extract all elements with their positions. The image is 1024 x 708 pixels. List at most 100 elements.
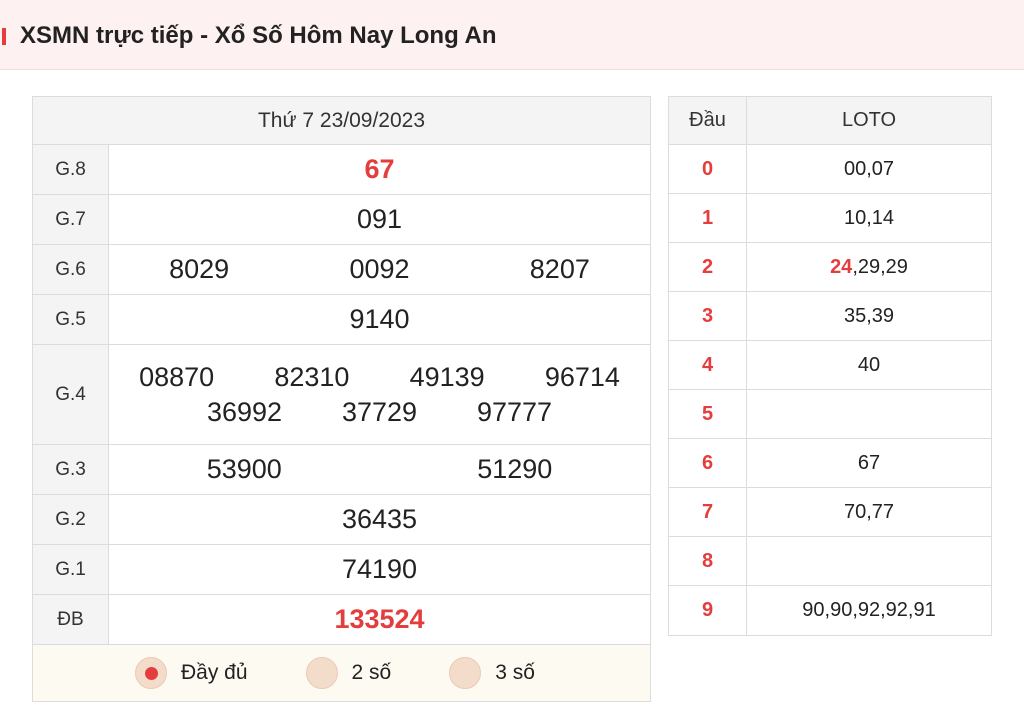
- option-full[interactable]: Đầy đủ: [135, 657, 248, 689]
- result-table: Thứ 7 23/09/2023 G.8 67 G.7 091 G.6 8029…: [32, 96, 651, 702]
- option-label: 2 số: [351, 661, 392, 684]
- option-label: Đầy đủ: [181, 661, 248, 684]
- loto-head-digit: 2: [669, 243, 747, 291]
- prize-label: G.1: [33, 545, 109, 594]
- prize-number-line: 36992 37729 97777: [109, 397, 650, 428]
- special-prize-number: 133524: [334, 604, 425, 634]
- loto-values: 00,07: [747, 145, 991, 193]
- prize-label: G.4: [33, 345, 109, 444]
- loto-value-list: 67: [857, 451, 881, 474]
- loto-values: 24,29,29: [747, 243, 991, 291]
- loto-head-digit: 6: [669, 439, 747, 487]
- prize-numbers: 133524: [109, 595, 650, 644]
- page-title: XSMN trực tiếp - Xổ Số Hôm Nay Long An: [20, 22, 497, 49]
- prize-row-g6: G.6 8029 0092 8207: [33, 245, 650, 295]
- loto-values: 67: [747, 439, 991, 487]
- prize-number: 67: [364, 154, 395, 184]
- prize-row-g4: G.4 08870 82310 49139 96714 36992 37729 …: [33, 345, 650, 445]
- loto-row: 8: [669, 537, 991, 586]
- loto-values: 40: [747, 341, 991, 389]
- page-header: XSMN trực tiếp - Xổ Số Hôm Nay Long An: [0, 0, 1024, 70]
- radio-checked-icon[interactable]: [135, 657, 167, 689]
- loto-header: Đầu LOTO: [669, 97, 991, 145]
- prize-numbers: 08870 82310 49139 96714 36992 37729 9777…: [109, 345, 650, 444]
- loto-value-list: 10,14: [843, 206, 895, 229]
- prize-label: G.2: [33, 495, 109, 544]
- prize-numbers: 9140: [109, 295, 650, 344]
- loto-head-digit: 4: [669, 341, 747, 389]
- prize-label: G.7: [33, 195, 109, 244]
- prize-numbers: 74190: [109, 545, 650, 594]
- loto-row: 9 90,90,92,92,91: [669, 586, 991, 635]
- head-column-header: Đầu: [669, 97, 747, 144]
- loto-row: 4 40: [669, 341, 991, 390]
- prize-number: 96714: [544, 361, 620, 392]
- loto-value-list: 40: [857, 353, 881, 376]
- prize-row-g8: G.8 67: [33, 145, 650, 195]
- prize-label: G.3: [33, 445, 109, 494]
- loto-value-list: 35,39: [843, 304, 895, 327]
- loto-row: 2 24,29,29: [669, 243, 991, 292]
- prize-numbers: 53900 51290: [109, 445, 650, 494]
- loto-value-list: ,29,29: [852, 255, 908, 278]
- prize-number: 37729: [341, 396, 418, 427]
- loto-head-digit: 1: [669, 194, 747, 242]
- loto-value-list: 70,77: [843, 500, 895, 523]
- prize-label: G.5: [33, 295, 109, 344]
- loto-values: 70,77: [747, 488, 991, 536]
- prize-numbers: 8029 0092 8207: [109, 245, 650, 294]
- prize-number: 36435: [341, 504, 418, 534]
- loto-head-digit: 5: [669, 390, 747, 438]
- loto-head-digit: 8: [669, 537, 747, 585]
- loto-values: 90,90,92,92,91: [747, 586, 991, 635]
- loto-row: 0 00,07: [669, 145, 991, 194]
- loto-head-digit: 7: [669, 488, 747, 536]
- loto-values: 10,14: [747, 194, 991, 242]
- radio-unchecked-icon[interactable]: [305, 657, 338, 689]
- loto-row: 1 10,14: [669, 194, 991, 243]
- display-options: Đầy đủ 2 số 3 số: [33, 645, 650, 701]
- prize-numbers: 36435: [109, 495, 650, 544]
- loto-column-header: LOTO: [841, 109, 897, 131]
- prize-number: 74190: [341, 554, 418, 584]
- prize-row-g7: G.7 091: [33, 195, 650, 245]
- prize-numbers: 67: [109, 145, 650, 194]
- prize-number: 091: [356, 204, 403, 234]
- loto-head-digit: 0: [669, 145, 747, 193]
- loto-row: 3 35,39: [669, 292, 991, 341]
- radio-unchecked-icon[interactable]: [449, 657, 482, 689]
- loto-values: 35,39: [747, 292, 991, 340]
- prize-row-special: ĐB 133524: [33, 595, 650, 645]
- prize-number: 97777: [476, 396, 553, 427]
- loto-highlight-value: 24: [830, 255, 853, 278]
- prize-row-g1: G.1 74190: [33, 545, 650, 595]
- option-3-digits[interactable]: 3 số: [449, 657, 535, 689]
- loto-row: 7 70,77: [669, 488, 991, 537]
- prize-number: 49139: [409, 361, 485, 392]
- prize-number: 0092: [349, 254, 410, 284]
- loto-value-list: 90,90,92,92,91: [802, 599, 936, 621]
- loto-value-list: 00,07: [843, 157, 895, 180]
- prize-number: 36992: [206, 396, 283, 427]
- option-label: 3 số: [495, 661, 535, 684]
- prize-number: 53900: [206, 454, 282, 484]
- loto-row: 6 67: [669, 439, 991, 488]
- option-2-digits[interactable]: 2 số: [305, 657, 392, 689]
- prize-number: 9140: [349, 304, 410, 334]
- prize-number: 8207: [529, 254, 590, 284]
- prize-number: 82310: [274, 361, 350, 392]
- prize-number: 8029: [169, 254, 230, 284]
- prize-number: 08870: [139, 361, 215, 392]
- draw-date: Thứ 7 23/09/2023: [33, 97, 650, 145]
- loto-values: [747, 390, 991, 438]
- prize-row-g3: G.3 53900 51290: [33, 445, 650, 495]
- loto-row: 5: [669, 390, 991, 439]
- header-accent-bar: [2, 28, 6, 45]
- prize-number-line: 08870 82310 49139 96714: [109, 362, 650, 393]
- prize-numbers: 091: [109, 195, 650, 244]
- loto-head-digit: 9: [669, 586, 747, 635]
- prize-number: 51290: [477, 454, 553, 484]
- prize-label: G.8: [33, 145, 109, 194]
- radio-dot-icon: [144, 666, 158, 680]
- loto-table: Đầu LOTO 0 00,07 1 10,14 2 24,29,29 3 35,39 4 40 5…: [668, 96, 992, 636]
